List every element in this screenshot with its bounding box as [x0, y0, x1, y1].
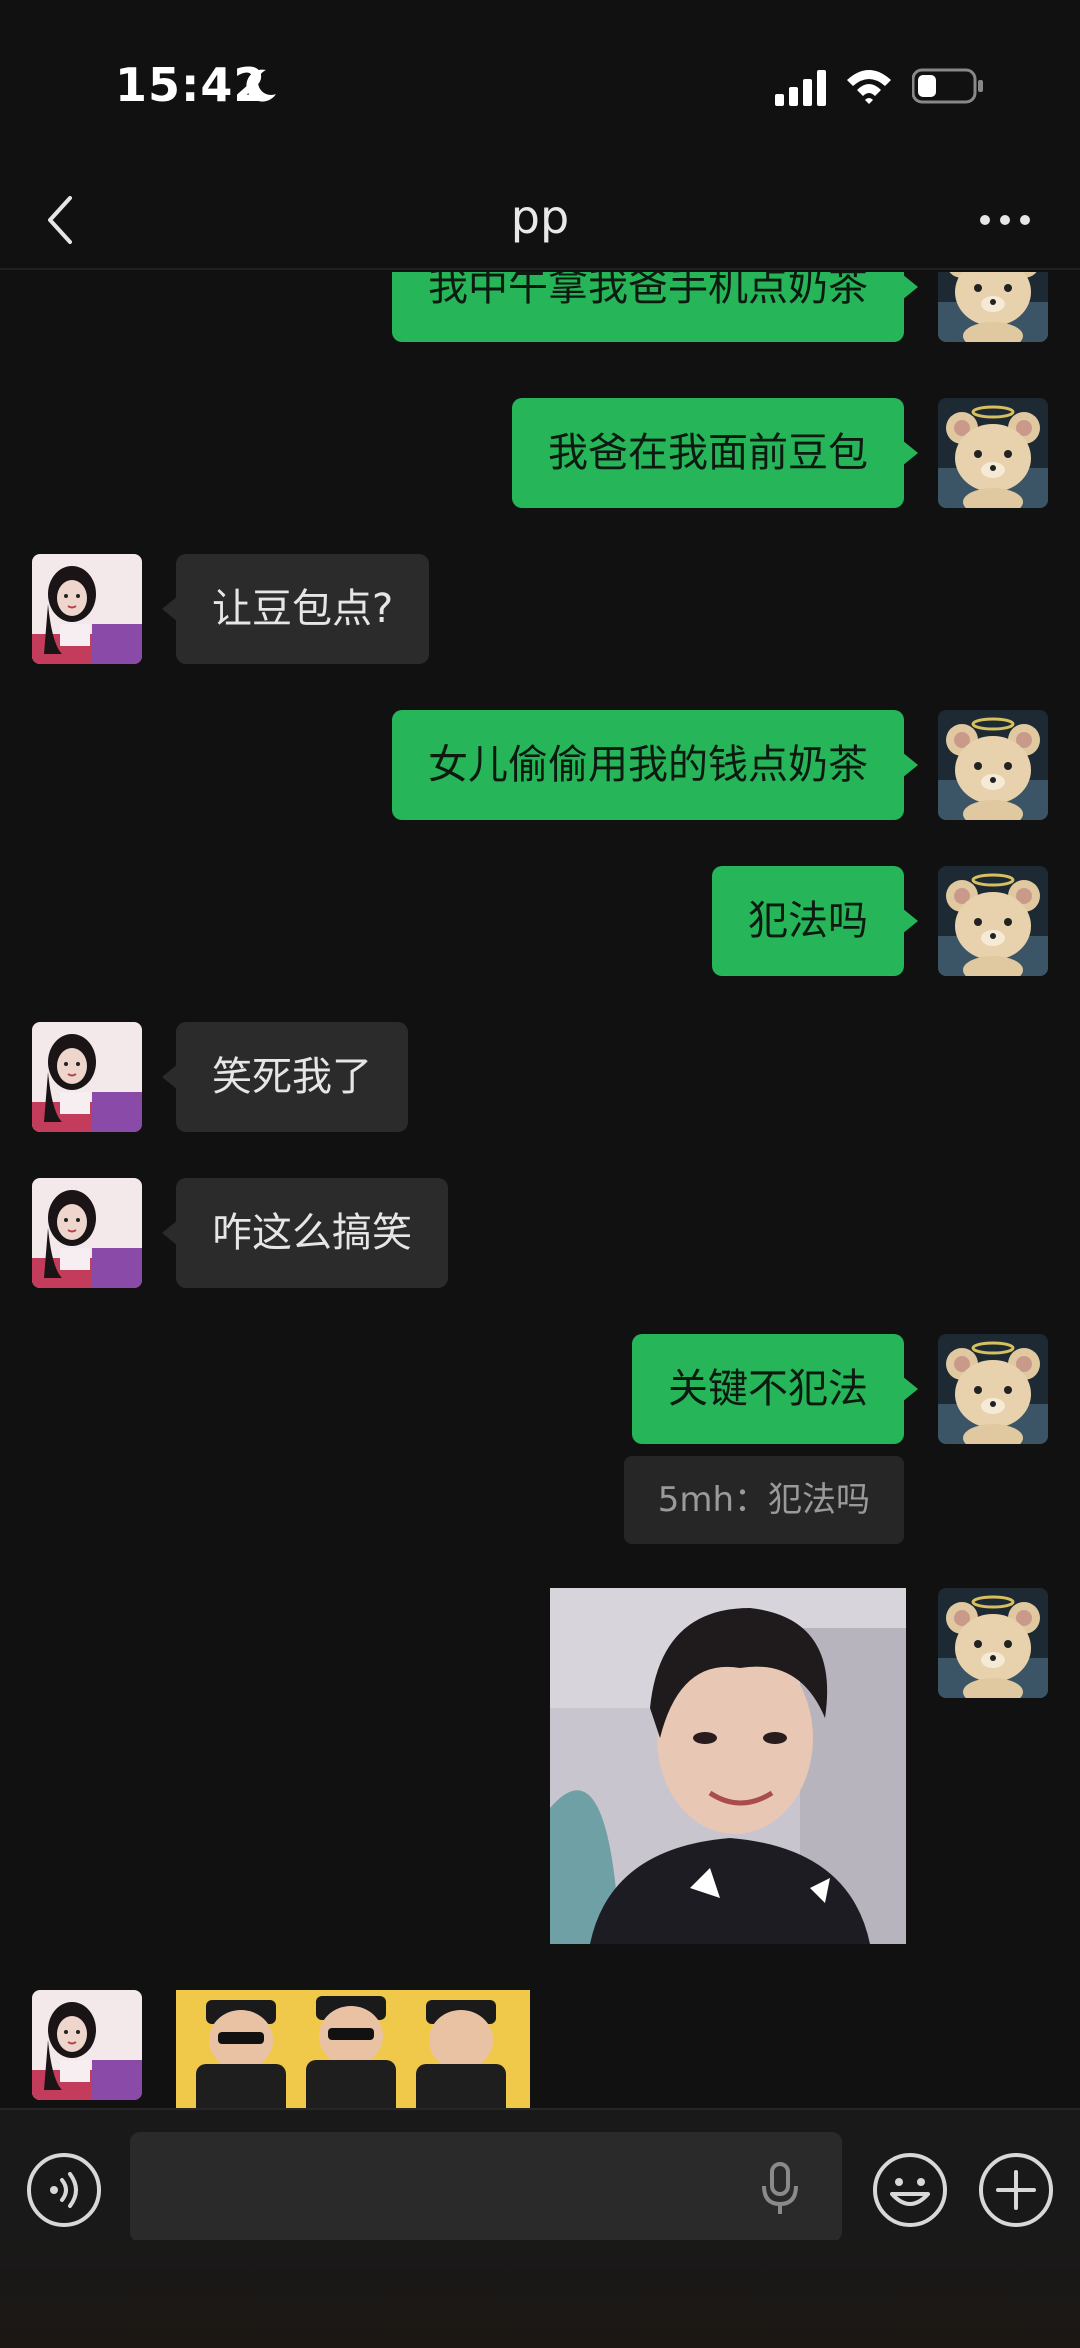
message-input[interactable] — [130, 2132, 842, 2242]
message-bubble-outgoing[interactable]: 我爸在我面前豆包 — [512, 398, 918, 508]
message-bubble-incoming[interactable]: 笑死我了 — [162, 1022, 408, 1132]
message-bubble-outgoing[interactable]: 我中午拿我爸手机点奶茶 — [392, 272, 918, 342]
message-row: 我爸在我面前豆包 — [0, 398, 1080, 508]
my-avatar[interactable] — [938, 710, 1048, 820]
my-avatar[interactable] — [938, 1588, 1048, 1698]
plus-icon[interactable] — [978, 2152, 1054, 2228]
message-bubble-outgoing[interactable]: 犯法吗 — [712, 866, 918, 976]
message-bubble-outgoing[interactable]: 女儿偷偷用我的钱点奶茶 — [392, 710, 918, 820]
image-message[interactable] — [176, 1990, 530, 2108]
message-list[interactable]: 我中午拿我爸手机点奶茶 我爸在我面前豆包 让豆包点? 女儿偷偷用我的钱点奶茶 犯… — [0, 272, 1080, 2108]
signal-icon — [775, 70, 826, 106]
message-bubble-incoming[interactable]: 让豆包点? — [161, 554, 430, 664]
contact-avatar[interactable] — [32, 1022, 142, 1132]
contact-avatar[interactable] — [32, 554, 142, 664]
message-row: 女儿偷偷用我的钱点奶茶 — [0, 710, 1080, 820]
message-row: 咋这么搞笑 — [0, 1178, 1080, 1288]
my-avatar[interactable] — [938, 272, 1048, 342]
message-bubble-incoming[interactable]: 咋这么搞笑 — [162, 1178, 448, 1288]
battery-icon — [912, 68, 983, 104]
quoted-reply[interactable]: 5mh：犯法吗 — [623, 1456, 904, 1544]
my-avatar[interactable] — [938, 1334, 1048, 1444]
message-row — [0, 1990, 1080, 2108]
my-avatar[interactable] — [938, 398, 1048, 508]
message-bubble-outgoing[interactable]: 关键不犯法 — [632, 1334, 918, 1444]
message-row: 让豆包点? — [0, 554, 1080, 664]
my-avatar[interactable] — [938, 866, 1048, 976]
contact-avatar[interactable] — [32, 1990, 142, 2100]
message-row: 笑死我了 — [0, 1022, 1080, 1132]
emoji-icon[interactable] — [872, 2152, 948, 2228]
more-icon[interactable] — [975, 200, 1035, 240]
mic-icon[interactable] — [760, 2162, 800, 2216]
image-message[interactable] — [550, 1588, 906, 1944]
home-indicator-area — [0, 2240, 1080, 2348]
message-row: 犯法吗 — [0, 866, 1080, 976]
message-row: 我中午拿我爸手机点奶茶 — [0, 272, 1080, 342]
contact-avatar[interactable] — [32, 1178, 142, 1288]
status-bar: 15:42 — [0, 0, 1080, 170]
wifi-icon — [847, 70, 891, 104]
message-row — [0, 1588, 1080, 1944]
voice-icon[interactable] — [26, 2152, 102, 2228]
moon-icon — [246, 69, 276, 102]
nav-bar: pp — [0, 170, 1080, 270]
message-row: 关键不犯法 5mh：犯法吗 — [0, 1334, 1080, 1544]
chat-title: pp — [510, 190, 570, 244]
